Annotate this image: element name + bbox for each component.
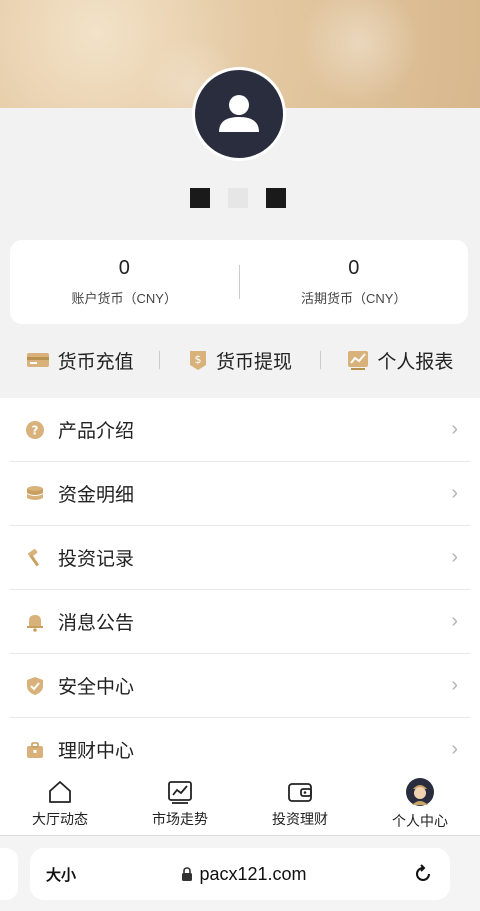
profile-icon — [406, 778, 434, 806]
report-label: 个人报表 — [377, 351, 454, 373]
url-display[interactable]: pacx121.com — [76, 864, 412, 885]
menu-item-announcements[interactable]: 消息公告 › — [10, 590, 470, 654]
svg-text:?: ? — [32, 423, 39, 437]
svg-text:$: $ — [194, 353, 201, 366]
current-balance: 0 活期货币（CNY） — [240, 257, 469, 307]
menu-item-product-intro[interactable]: ? 产品介绍 › — [10, 398, 470, 462]
deposit-button[interactable]: 货币充值 — [0, 347, 159, 374]
withdraw-icon: $ — [189, 351, 206, 370]
quick-actions: 货币充值 $ 货币提现 个人报表 — [0, 335, 480, 385]
reload-icon[interactable] — [412, 863, 434, 885]
tab-label: 个人中心 — [392, 813, 448, 829]
withdraw-label: 货币提现 — [215, 351, 292, 373]
text-size-button[interactable]: 大小 — [46, 864, 76, 885]
coins-icon — [24, 483, 46, 505]
deposit-label: 货币充值 — [57, 351, 134, 373]
previous-tab-stub[interactable] — [0, 848, 18, 900]
tab-market-trend[interactable]: 市场走势 — [120, 773, 240, 835]
tab-label: 大厅动态 — [32, 811, 88, 827]
chart-icon — [168, 781, 192, 804]
user-icon — [219, 95, 259, 132]
shield-icon — [24, 675, 46, 697]
menu-item-label: 安全中心 — [58, 677, 135, 698]
card-icon — [26, 353, 49, 367]
menu-item-label: 资金明细 — [58, 485, 135, 506]
question-icon: ? — [24, 419, 46, 441]
tab-profile[interactable]: 个人中心 — [360, 773, 480, 835]
bottom-tab-bar: 大厅动态 市场走势 投资理财 个人中心 — [0, 773, 480, 835]
chevron-right-icon: › — [451, 546, 458, 568]
withdraw-button[interactable]: $ 货币提现 — [160, 347, 319, 374]
menu-item-label: 理财中心 — [58, 741, 135, 762]
avatar[interactable] — [192, 67, 286, 161]
briefcase-icon — [24, 739, 46, 761]
account-balance-label: 账户货币（CNY） — [71, 291, 177, 306]
tab-label: 投资理财 — [272, 811, 328, 827]
account-balance: 0 账户货币（CNY） — [10, 257, 239, 307]
chevron-right-icon: › — [451, 418, 458, 440]
chevron-right-icon: › — [451, 482, 458, 504]
lock-icon — [182, 867, 193, 881]
menu-item-label: 消息公告 — [58, 613, 135, 634]
url-text: pacx121.com — [199, 863, 307, 884]
url-field[interactable]: 大小 pacx121.com — [30, 848, 450, 900]
tab-label: 市场走势 — [152, 811, 208, 827]
browser-address-bar: 大小 pacx121.com — [0, 835, 480, 911]
report-button[interactable]: 个人报表 — [321, 347, 480, 374]
balance-card: 0 账户货币（CNY） 0 活期货币（CNY） — [10, 240, 468, 324]
home-icon — [49, 781, 71, 803]
menu-item-label: 产品介绍 — [58, 421, 135, 442]
hammer-icon — [24, 547, 46, 569]
bell-icon — [24, 611, 46, 633]
menu-item-wealth-center[interactable]: 理财中心 › — [10, 718, 470, 773]
chevron-right-icon: › — [451, 738, 458, 760]
tab-lobby[interactable]: 大厅动态 — [0, 773, 120, 835]
chevron-right-icon: › — [451, 610, 458, 632]
chevron-right-icon: › — [451, 674, 458, 696]
account-balance-value: 0 — [118, 257, 130, 279]
menu-item-label: 投资记录 — [58, 549, 135, 570]
report-icon — [348, 351, 369, 370]
username-redacted — [190, 188, 290, 210]
menu-list: ? 产品介绍 › 资金明细 › 投资记录 › 消息公告 › 安全中心 › 理财中… — [0, 398, 480, 773]
menu-item-security-center[interactable]: 安全中心 › — [10, 654, 470, 718]
current-balance-label: 活期货币（CNY） — [301, 291, 407, 306]
menu-item-investment-records[interactable]: 投资记录 › — [10, 526, 470, 590]
menu-item-fund-details[interactable]: 资金明细 › — [10, 462, 470, 526]
current-balance-value: 0 — [348, 257, 360, 279]
tab-investment[interactable]: 投资理财 — [240, 773, 360, 835]
wallet-icon — [288, 783, 312, 802]
